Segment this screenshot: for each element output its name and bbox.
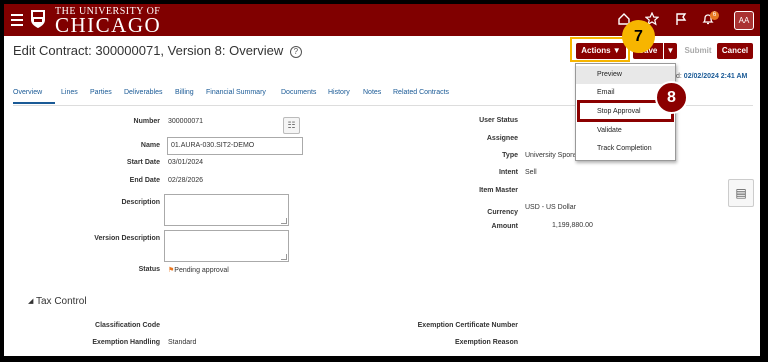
app-frame: THE UNIVERSITY OF CHICAGO 6 AA Edit Cont…: [4, 4, 760, 356]
tab-documents[interactable]: Documents: [281, 89, 316, 96]
step-callout-8: 8: [655, 81, 688, 114]
tab-parties[interactable]: Parties: [90, 89, 112, 96]
type-label: Type: [502, 152, 518, 159]
last-saved-info: d: 02/02/2024 2:41 AM: [676, 73, 747, 80]
tax-control-section-header[interactable]: ◢ Tax Control: [28, 296, 87, 307]
last-saved-prefix: d:: [676, 73, 682, 80]
tab-financial-summary[interactable]: Financial Summary: [206, 89, 266, 96]
page-title: Edit Contract: 300000071, Version 8: Ove…: [13, 43, 302, 58]
status-label: Status: [138, 266, 160, 273]
active-tab-underline: [13, 102, 55, 104]
tab-history[interactable]: History: [328, 89, 350, 96]
tab-deliverables[interactable]: Deliverables: [124, 89, 163, 96]
version-description-textarea[interactable]: [164, 230, 289, 262]
hamburger-menu-icon[interactable]: [11, 14, 23, 29]
user-avatar[interactable]: AA: [734, 11, 754, 30]
side-panel-document-icon[interactable]: ▤: [728, 179, 754, 207]
item-master-label: Item Master: [479, 187, 518, 194]
university-name-main[interactable]: CHICAGO: [55, 15, 161, 36]
end-date-label: End Date: [129, 177, 160, 184]
menu-item-preview[interactable]: Preview: [576, 66, 675, 84]
collapse-triangle-icon[interactable]: ◢: [28, 298, 33, 305]
menu-item-track-completion[interactable]: Track Completion: [576, 140, 675, 158]
tax-control-heading: Tax Control: [36, 296, 87, 307]
university-shield-icon: [31, 10, 45, 28]
submit-button[interactable]: Submit: [681, 43, 715, 59]
last-saved-timestamp: 02/02/2024 2:41 AM: [683, 73, 748, 80]
cancel-button[interactable]: Cancel: [717, 43, 753, 59]
tab-notes[interactable]: Notes: [363, 89, 381, 96]
menu-item-validate[interactable]: Validate: [576, 122, 675, 140]
description-label: Description: [121, 199, 160, 206]
page-title-text: Edit Contract: 300000071, Version 8: Ove…: [13, 43, 284, 58]
number-value: 300000071: [168, 118, 204, 125]
assignee-label: Assignee: [486, 135, 518, 142]
end-date-value: 02/28/2026: [168, 177, 204, 184]
start-date-label: Start Date: [126, 159, 160, 166]
currency-label: Currency: [487, 209, 518, 216]
amount-value: 1,199,880.00: [552, 222, 593, 229]
save-dropdown-button[interactable]: ▼: [664, 43, 677, 59]
tab-overview[interactable]: Overview: [13, 89, 42, 96]
org-hierarchy-icon[interactable]: ☷: [283, 117, 300, 134]
number-label: Number: [133, 118, 160, 125]
name-input[interactable]: 01.AURA-030.SIT2-DEMO: [167, 137, 303, 155]
step-callout-7: 7: [622, 20, 655, 53]
status-text: Pending approval: [174, 267, 229, 274]
exemption-handling-value: Standard: [168, 339, 197, 346]
name-label: Name: [140, 142, 160, 149]
intent-label: Intent: [498, 169, 518, 176]
currency-value: USD - US Dollar: [525, 204, 576, 211]
tab-billing[interactable]: Billing: [175, 89, 194, 96]
status-value: ⚑Pending approval: [168, 266, 229, 274]
classification-code-label: Classification Code: [95, 322, 160, 329]
user-status-label: User Status: [479, 117, 518, 124]
exemption-reason-label: Exemption Reason: [454, 339, 518, 346]
intent-value: Sell: [525, 169, 537, 176]
tab-related-contracts[interactable]: Related Contracts: [393, 89, 449, 96]
actions-highlight-box: [570, 37, 630, 62]
exemption-certificate-label: Exemption Certificate Number: [417, 322, 518, 329]
amount-label: Amount: [491, 223, 518, 230]
watchlist-flag-icon[interactable]: [674, 12, 688, 26]
version-description-label: Version Description: [94, 235, 160, 242]
start-date-value: 03/01/2024: [168, 159, 204, 166]
notification-count-badge: 6: [710, 11, 719, 20]
description-textarea[interactable]: [164, 194, 289, 226]
help-icon[interactable]: ?: [289, 46, 302, 58]
exemption-handling-label: Exemption Handling: [92, 339, 160, 346]
tab-lines[interactable]: Lines: [61, 89, 78, 96]
